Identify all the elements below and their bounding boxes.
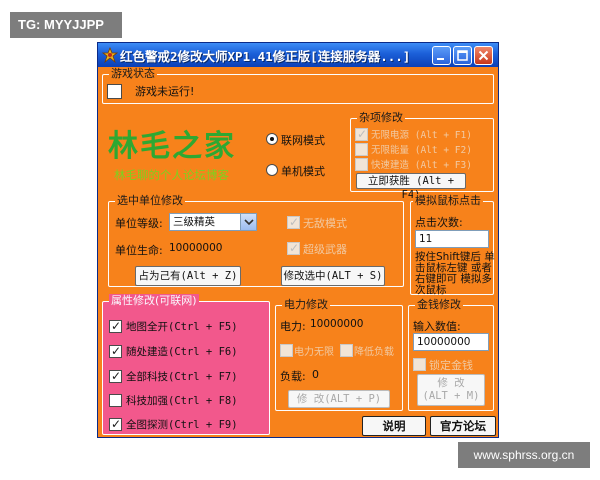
title-bar[interactable]: 红色警戒2修改大师XP1.41修正版[连接服务器...] (98, 43, 498, 67)
misc-legend: 杂项修改 (357, 111, 405, 125)
power-group: 电力修改 电力: 10000000 电力无限 降低负载 负载: 0 修 改(AL… (275, 298, 403, 411)
misc-option-1-label: 无限电源 (Alt + F1) (371, 130, 472, 141)
money-input-label: 输入数值: (413, 320, 461, 333)
money-lock-checkbox[interactable] (413, 358, 426, 371)
money-modify-button[interactable]: 修 改 (ALT + M) (417, 374, 485, 406)
load-value[interactable]: 0 (312, 368, 319, 381)
watermark-bottom-right: www.sphrss.org.cn (458, 442, 590, 468)
mouse-hint: 按住Shift键后 单击鼠标左键 或者右键即可 模拟多次鼠标 (415, 251, 495, 296)
misc-option-3-checkbox[interactable] (355, 158, 368, 171)
maximize-button[interactable] (453, 46, 472, 65)
close-button[interactable] (474, 46, 493, 65)
attr-build-anywhere-checkbox[interactable] (109, 344, 122, 358)
forum-button[interactable]: 官方论坛 (430, 416, 496, 436)
invincible-checkbox[interactable] (287, 215, 300, 229)
invincible-label: 无敌模式 (303, 217, 347, 230)
game-status-text: 游戏未运行! (135, 85, 195, 98)
power-modify-button[interactable]: 修 改(ALT + P) (288, 390, 390, 408)
watermark-top-left: TG: MYYJJPP (10, 12, 122, 38)
misc-option-1-checkbox[interactable] (355, 127, 368, 141)
unit-level-select[interactable]: 三级精英 (169, 213, 257, 231)
game-status-legend: 游戏状态 (109, 67, 157, 81)
power-opt1-checkbox[interactable] (280, 344, 293, 357)
money-group: 金钱修改 输入数值: 10000000 锁定金钱 修 改 (ALT + M) (408, 298, 494, 411)
super-weapon-label: 超级武器 (303, 243, 347, 256)
money-modify-line1: 修 改 (437, 377, 465, 389)
attr-map-reveal-checkbox[interactable] (109, 319, 122, 333)
unit-life-label: 单位生命: (115, 244, 163, 257)
single-mode-label[interactable]: 单机模式 (281, 163, 325, 179)
attr-build-anywhere-label: 随处建造(Ctrl + F6) (126, 346, 238, 358)
money-lock-label: 锁定金钱 (429, 359, 473, 372)
super-weapon-checkbox[interactable] (287, 241, 300, 255)
occupy-button[interactable]: 占为己有(Alt + Z) (135, 266, 241, 286)
power-label: 电力: (280, 320, 306, 333)
logo-subtitle: 林毛聊的个人论坛博客 (114, 168, 229, 182)
click-count-input[interactable]: 11 (415, 230, 489, 248)
attr-map-reveal-label: 地图全开(Ctrl + F5) (126, 321, 238, 333)
attr-legend: 属性修改(可联网) (109, 294, 199, 308)
unit-life-value[interactable]: 10000000 (169, 242, 222, 254)
attr-all-tech-checkbox[interactable] (109, 369, 122, 383)
modify-selected-button[interactable]: 修改选中(ALT + S) (281, 266, 385, 286)
app-window: 红色警戒2修改大师XP1.41修正版[连接服务器...] 游戏状态 游戏未运行!… (97, 42, 499, 438)
online-mode-radio[interactable] (266, 133, 278, 145)
mouse-group: 模拟鼠标点击 点击次数: 11 按住Shift键后 单击鼠标左键 或者右键即可 … (410, 194, 495, 296)
money-input[interactable]: 10000000 (413, 333, 489, 351)
misc-option-2-checkbox[interactable] (355, 143, 368, 156)
load-label: 负载: (280, 370, 306, 383)
misc-group: 杂项修改 无限电源 (Alt + F1) 无限能量 (Alt + F2) 快速建… (350, 111, 494, 201)
attr-full-scan-checkbox[interactable] (109, 417, 122, 431)
logo-title: 林毛之家 (108, 129, 236, 164)
power-opt2-label: 降低负载 (354, 347, 394, 358)
window-title: 红色警戒2修改大师XP1.41修正版[连接服务器...] (120, 49, 411, 64)
unit-legend: 选中单位修改 (115, 194, 185, 208)
instant-win-button[interactable]: 立即获胜 (Alt + F4) (356, 173, 466, 201)
mouse-legend: 模拟鼠标点击 (413, 194, 483, 208)
misc-option-3-label: 快速建造 (Alt + F3) (371, 160, 472, 171)
money-legend: 金钱修改 (415, 298, 463, 312)
click-count-label: 点击次数: (415, 216, 463, 229)
attr-tech-boost-checkbox[interactable] (109, 394, 122, 407)
power-value[interactable]: 10000000 (310, 318, 363, 330)
unit-group: 选中单位修改 单位等级: 三级精英 无敌模式 单位生命: 10000000 超级… (108, 194, 404, 287)
power-opt2-checkbox[interactable] (340, 344, 353, 357)
unit-level-value: 三级精英 (173, 216, 215, 228)
power-opt1-label: 电力无限 (294, 347, 334, 358)
attr-full-scan-label: 全图探测(Ctrl + F9) (126, 419, 238, 431)
unit-level-label: 单位等级: (115, 217, 163, 230)
attr-all-tech-label: 全部科技(Ctrl + F7) (126, 371, 238, 383)
attr-tech-boost-label: 科技加强(Ctrl + F8) (126, 395, 238, 407)
chevron-down-icon[interactable] (240, 214, 256, 230)
minimize-button[interactable] (432, 46, 451, 65)
power-legend: 电力修改 (282, 298, 330, 312)
attr-group: 属性修改(可联网) 地图全开(Ctrl + F5) 随处建造(Ctrl + F6… (102, 294, 270, 435)
misc-option-2-label: 无限能量 (Alt + F2) (371, 145, 472, 156)
game-status-indicator (107, 84, 122, 99)
single-mode-radio[interactable] (266, 164, 278, 176)
help-button[interactable]: 说明 (362, 416, 426, 436)
game-status-group: 游戏状态 游戏未运行! (102, 67, 494, 104)
app-icon (101, 46, 119, 64)
money-modify-line2: (ALT + M) (422, 390, 480, 402)
online-mode-label[interactable]: 联网模式 (281, 132, 325, 148)
